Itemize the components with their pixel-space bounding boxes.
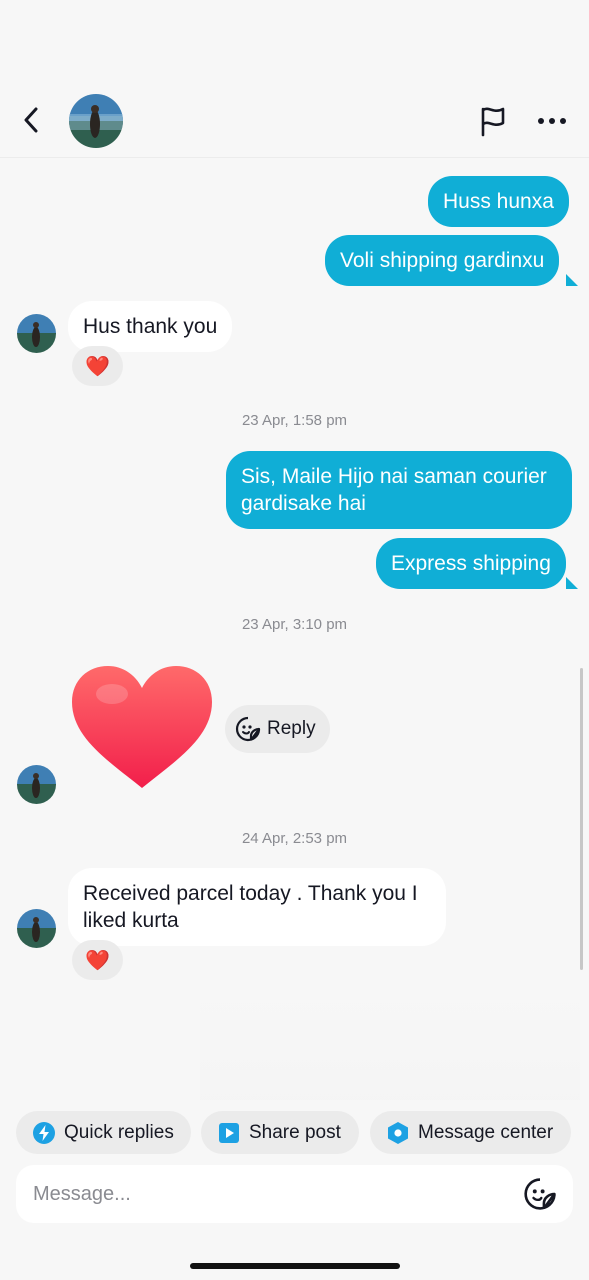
bubble-tail [566,274,578,286]
report-flag-button[interactable] [474,102,512,140]
quick-replies-chip[interactable]: Quick replies [16,1111,191,1154]
home-indicator[interactable] [190,1263,400,1269]
heart-reaction[interactable]: ❤️ [72,346,123,386]
contact-avatar-small[interactable] [17,765,56,804]
lightning-icon [32,1121,56,1145]
outgoing-message[interactable]: Express shipping [376,538,566,589]
timestamp: 23 Apr, 3:10 pm [241,616,348,633]
chat-header [0,80,589,158]
share-post-label: Share post [249,1121,341,1143]
bubble-tail [566,577,578,589]
incoming-message[interactable]: Hus thank you [68,301,233,352]
status-bar [0,0,589,80]
more-options-button[interactable] [532,102,572,140]
outgoing-message[interactable]: Sis, Maile Hijo nai saman courier gardis… [226,451,572,529]
reply-label: Reply [267,718,316,739]
quick-actions-bar: Quick replies Share post Message center [0,1111,589,1155]
message-center-chip[interactable]: Message center [370,1111,571,1154]
heart-sticker[interactable] [70,664,214,792]
hexagon-icon [386,1121,410,1145]
outgoing-message[interactable]: Voli shipping gardinxu [325,235,560,286]
more-horizontal-icon [538,118,566,124]
reply-button[interactable]: Reply [225,705,330,753]
sticker-smile-icon [524,1178,556,1210]
blurred-overlay [200,990,580,1100]
message-center-label: Message center [418,1121,554,1143]
flag-icon [481,107,505,137]
timestamp: 24 Apr, 2:53 pm [241,830,348,847]
contact-avatar-small[interactable] [17,314,56,353]
play-icon [217,1121,241,1145]
contact-avatar-small[interactable] [17,909,56,948]
heart-reaction[interactable]: ❤️ [72,940,123,980]
message-composer [16,1165,573,1223]
outgoing-message[interactable]: Huss hunxa [428,176,569,227]
chevron-left-icon [24,107,38,133]
timestamp: 23 Apr, 1:58 pm [241,412,348,429]
back-button[interactable] [14,102,48,138]
sticker-smile-icon [236,716,261,742]
contact-avatar[interactable] [69,94,123,148]
quick-replies-label: Quick replies [64,1121,174,1143]
sticker-button[interactable] [522,1176,558,1212]
scrollbar[interactable] [580,668,583,970]
share-post-chip[interactable]: Share post [201,1111,359,1154]
incoming-message[interactable]: Received parcel today . Thank you I like… [68,868,446,946]
message-input[interactable] [33,1165,503,1223]
